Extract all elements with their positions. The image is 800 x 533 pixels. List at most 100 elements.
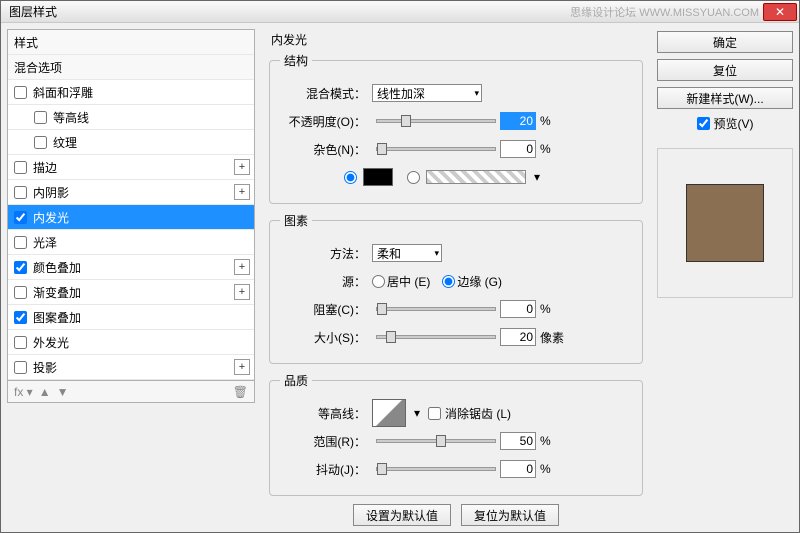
source-edge-radio[interactable]: 边缘 (G) [442, 273, 502, 290]
sidebar-item[interactable]: 等高线 [8, 105, 254, 130]
contour-label: 等高线： [280, 405, 366, 422]
down-arrow-icon[interactable]: ▼ [57, 385, 69, 399]
noise-input[interactable]: 0 [500, 140, 536, 158]
sidebar-item-label: 渐变叠加 [33, 284, 81, 301]
element-group: 图素 方法： 柔和▾ 源： 居中 (E) 边缘 (G) 阻塞(C)： 0 % [269, 212, 643, 364]
sidebar-item-label: 投影 [33, 359, 57, 376]
add-instance-button[interactable]: + [234, 284, 250, 300]
preview-area [657, 148, 793, 298]
size-label: 大小(S)： [280, 329, 366, 346]
jitter-input[interactable]: 0 [500, 460, 536, 478]
choke-label: 阻塞(C)： [280, 301, 366, 318]
add-instance-button[interactable]: + [234, 184, 250, 200]
sidebar-item[interactable]: 描边 + [8, 155, 254, 180]
style-checkbox[interactable] [14, 211, 27, 224]
style-checkbox[interactable] [14, 261, 27, 274]
sidebar-item[interactable]: 光泽 [8, 230, 254, 255]
style-checkbox[interactable] [34, 111, 47, 124]
preview-swatch [686, 184, 764, 262]
style-checkbox[interactable] [14, 236, 27, 249]
reset-default-button[interactable]: 复位为默认值 [461, 504, 559, 526]
choke-slider[interactable] [376, 307, 496, 311]
jitter-slider[interactable] [376, 467, 496, 471]
new-style-button[interactable]: 新建样式(W)... [657, 87, 793, 109]
titlebar: 图层样式 思缘设计论坛 WWW.MISSYUAN.COM ✕ [1, 1, 799, 23]
styles-header[interactable]: 样式 [8, 30, 254, 55]
size-slider[interactable] [376, 335, 496, 339]
sidebar-item[interactable]: 内发光 [8, 205, 254, 230]
sidebar-item[interactable]: 斜面和浮雕 [8, 80, 254, 105]
blend-mode-label: 混合模式： [280, 85, 366, 102]
sidebar-item-label: 光泽 [33, 234, 57, 251]
sidebar-item[interactable]: 图案叠加 [8, 305, 254, 330]
color-radio[interactable] [344, 171, 357, 184]
window-title: 图层样式 [9, 3, 570, 20]
source-label: 源： [280, 273, 366, 290]
antialias-checkbox[interactable]: 消除锯齿 (L) [428, 405, 511, 422]
structure-group: 结构 混合模式： 线性加深▾ 不透明度(O)： 20 % 杂色(N)： 0 [269, 52, 643, 204]
preview-checkbox[interactable]: 预览(V) [657, 115, 793, 132]
add-instance-button[interactable]: + [234, 359, 250, 375]
fx-icon[interactable]: fx ▾ [14, 385, 33, 399]
sidebar-item-label: 描边 [33, 159, 57, 176]
close-button[interactable]: ✕ [763, 3, 797, 21]
chevron-down-icon: ▾ [474, 88, 479, 99]
sidebar-item[interactable]: 内阴影 + [8, 180, 254, 205]
style-checkbox[interactable] [14, 186, 27, 199]
technique-label: 方法： [280, 245, 366, 262]
sidebar-item-label: 等高线 [53, 109, 89, 126]
sidebar-item-label: 图案叠加 [33, 309, 81, 326]
technique-dropdown[interactable]: 柔和▾ [372, 244, 442, 262]
chevron-down-icon: ▾ [434, 248, 439, 259]
sidebar-item[interactable]: 投影 + [8, 355, 254, 380]
sidebar-item-label: 颜色叠加 [33, 259, 81, 276]
make-default-button[interactable]: 设置为默认值 [353, 504, 451, 526]
sidebar-item-label: 内阴影 [33, 184, 69, 201]
trash-icon[interactable]: 🗑 [233, 385, 248, 399]
watermark: 思缘设计论坛 WWW.MISSYUAN.COM [570, 4, 759, 20]
style-checkbox[interactable] [14, 161, 27, 174]
cancel-button[interactable]: 复位 [657, 59, 793, 81]
color-swatch[interactable] [363, 168, 393, 186]
panel-title: 内发光 [271, 31, 643, 48]
sidebar-item[interactable]: 外发光 [8, 330, 254, 355]
style-list: 样式 混合选项 斜面和浮雕等高线纹理描边 + 内阴影 + 内发光光泽颜色叠加 + 渐变叠加 +… [7, 29, 255, 381]
sidebar-item-label: 斜面和浮雕 [33, 84, 93, 101]
gradient-picker[interactable] [426, 170, 526, 184]
jitter-label: 抖动(J)： [280, 461, 366, 478]
style-list-footer: fx ▾ ▲ ▼ 🗑 [7, 381, 255, 403]
sidebar-item-label: 外发光 [33, 334, 69, 351]
quality-group: 品质 等高线： ▾ 消除锯齿 (L) 范围(R)： 50 % 抖动(J)： 0 [269, 372, 643, 496]
noise-slider[interactable] [376, 147, 496, 151]
style-checkbox[interactable] [14, 336, 27, 349]
blend-mode-dropdown[interactable]: 线性加深▾ [372, 84, 482, 102]
style-checkbox[interactable] [14, 311, 27, 324]
style-checkbox[interactable] [14, 286, 27, 299]
opacity-input[interactable]: 20 [500, 112, 536, 130]
up-arrow-icon[interactable]: ▲ [39, 385, 51, 399]
opacity-slider[interactable] [376, 119, 496, 123]
blend-options-header[interactable]: 混合选项 [8, 55, 254, 80]
range-input[interactable]: 50 [500, 432, 536, 450]
style-checkbox[interactable] [14, 86, 27, 99]
noise-label: 杂色(N)： [280, 141, 366, 158]
sidebar-item[interactable]: 渐变叠加 + [8, 280, 254, 305]
sidebar-item-label: 内发光 [33, 209, 69, 226]
chevron-down-icon[interactable]: ▾ [534, 170, 540, 184]
style-checkbox[interactable] [34, 136, 47, 149]
opacity-label: 不透明度(O)： [280, 113, 366, 130]
add-instance-button[interactable]: + [234, 159, 250, 175]
sidebar-item[interactable]: 纹理 [8, 130, 254, 155]
chevron-down-icon[interactable]: ▾ [414, 406, 420, 420]
source-center-radio[interactable]: 居中 (E) [372, 273, 430, 290]
style-checkbox[interactable] [14, 361, 27, 374]
range-slider[interactable] [376, 439, 496, 443]
range-label: 范围(R)： [280, 433, 366, 450]
add-instance-button[interactable]: + [234, 259, 250, 275]
size-input[interactable]: 20 [500, 328, 536, 346]
gradient-radio[interactable] [407, 171, 420, 184]
contour-picker[interactable] [372, 399, 406, 427]
sidebar-item[interactable]: 颜色叠加 + [8, 255, 254, 280]
choke-input[interactable]: 0 [500, 300, 536, 318]
ok-button[interactable]: 确定 [657, 31, 793, 53]
